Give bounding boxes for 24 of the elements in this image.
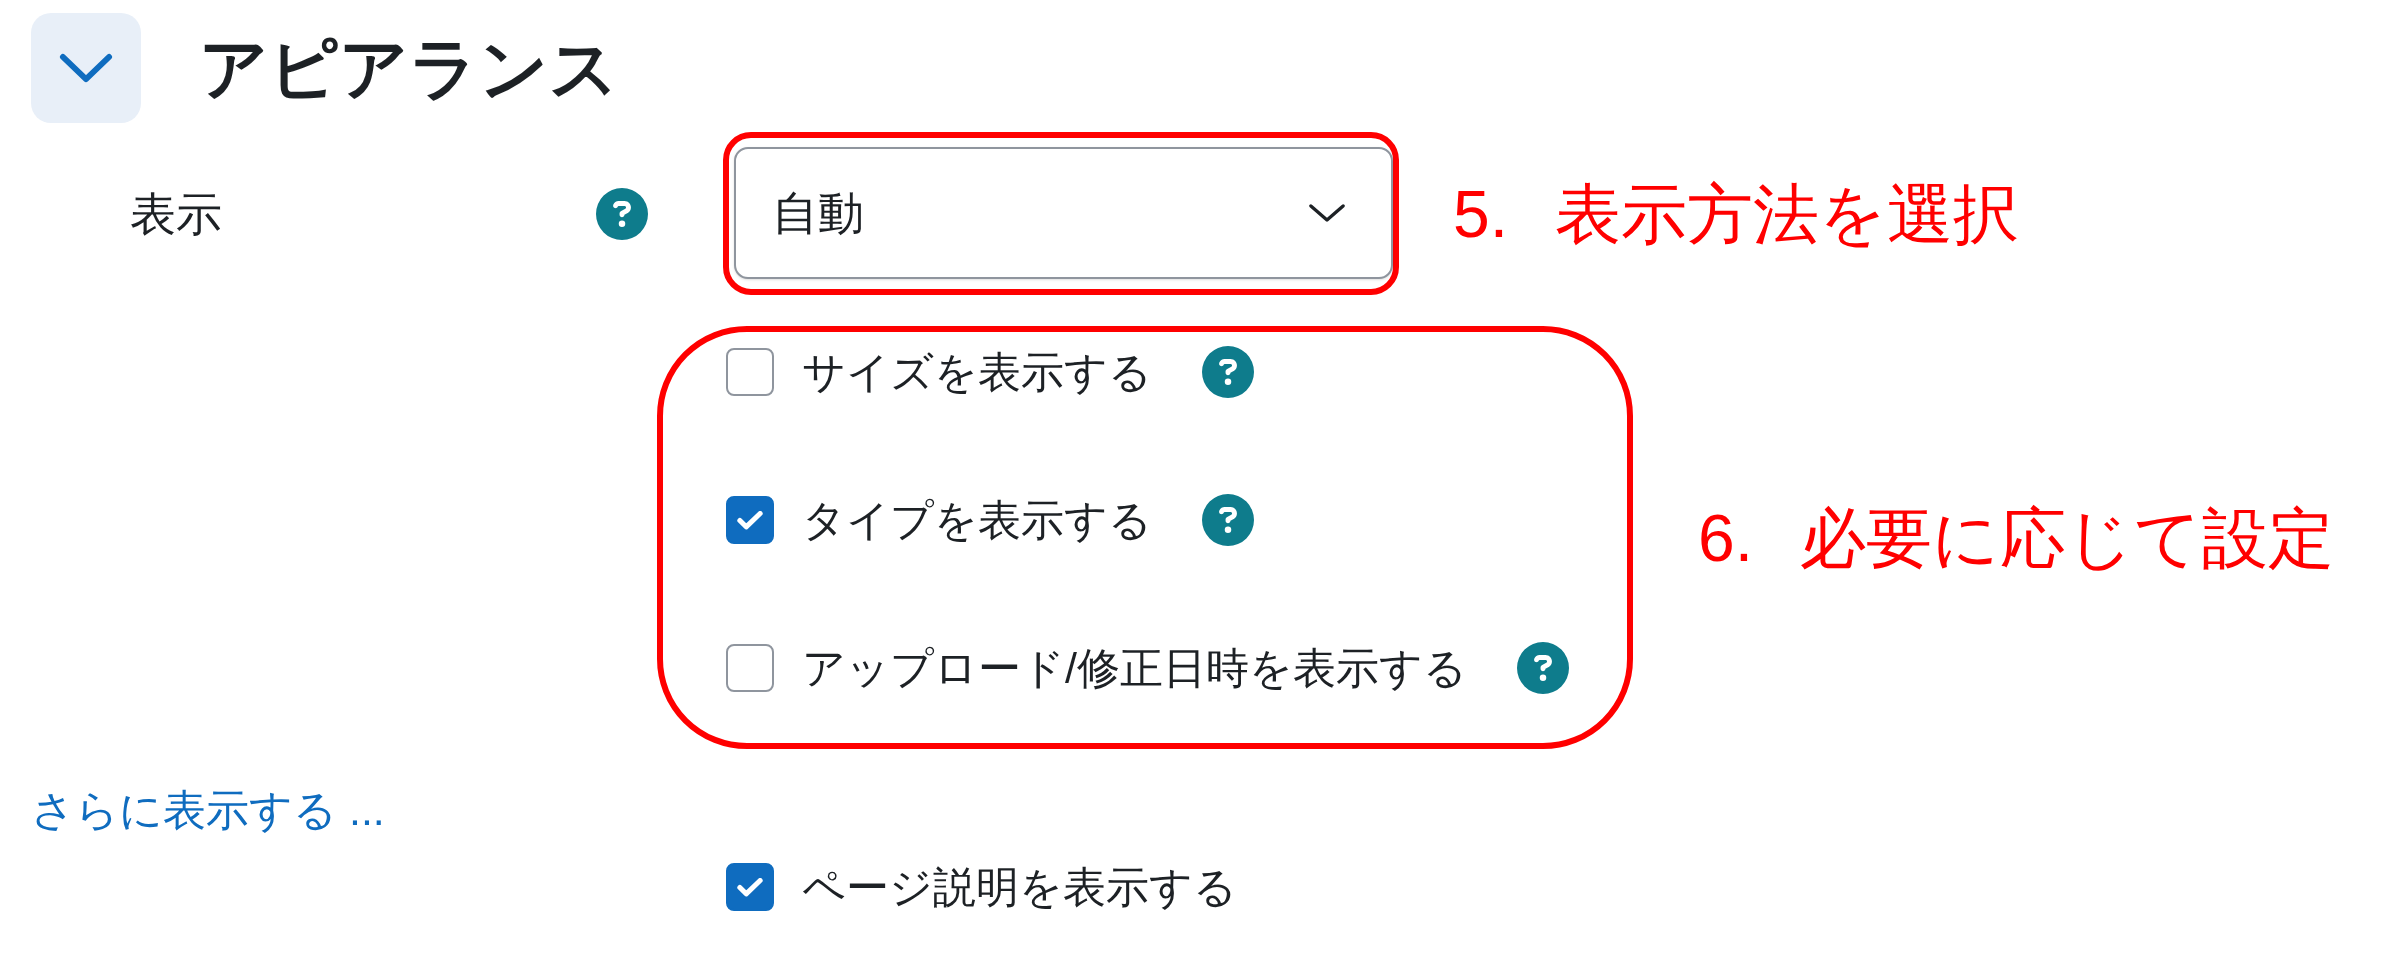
checkbox[interactable] xyxy=(726,863,774,911)
checkbox[interactable] xyxy=(726,644,774,692)
option-label: サイズを表示する xyxy=(802,347,1152,398)
help-icon[interactable] xyxy=(596,187,648,240)
checkmark-icon xyxy=(737,510,763,530)
show-more-link[interactable]: さらに表示する ... xyxy=(31,788,385,832)
option-label: タイプを表示する xyxy=(802,495,1152,546)
option-label: ページ説明を表示する xyxy=(802,862,1237,913)
annotation-number: 6. xyxy=(1698,504,1754,571)
field-label: 表示 xyxy=(130,190,223,237)
collapse-toggle-button[interactable] xyxy=(31,13,141,123)
checkbox[interactable] xyxy=(726,496,774,544)
option-label: アップロード/修正日時を表示する xyxy=(802,643,1467,694)
annotation-text: 表示方法を選択 xyxy=(1555,180,2020,247)
chevron-down-icon xyxy=(1309,204,1345,222)
display-select[interactable]: 自動 xyxy=(734,147,1393,279)
help-icon[interactable] xyxy=(1516,642,1569,694)
section-title: アピアランス xyxy=(199,34,619,102)
checkbox[interactable] xyxy=(726,348,774,396)
help-icon[interactable] xyxy=(1202,494,1254,546)
annotation-text: 必要に応じて設定 xyxy=(1800,504,2335,571)
help-icon[interactable] xyxy=(1202,346,1254,398)
checkmark-icon xyxy=(737,877,763,897)
annotation-number: 5. xyxy=(1453,180,1509,247)
